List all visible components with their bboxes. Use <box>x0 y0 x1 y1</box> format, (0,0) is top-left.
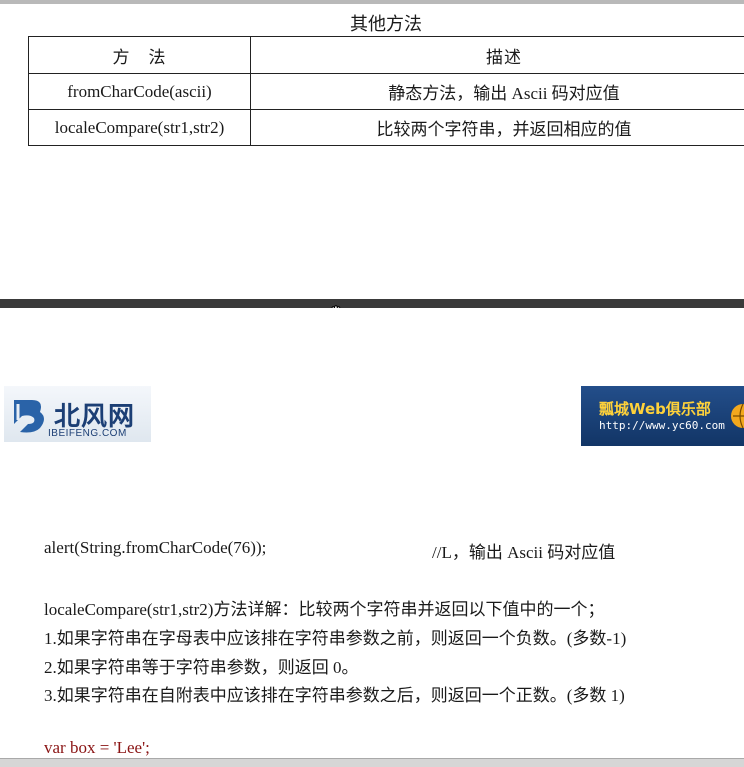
logo-left-subtitle: IBEIFENG.COM <box>48 428 127 439</box>
page-divider[interactable] <box>0 299 744 308</box>
code-var-line: var box = 'Lee'; <box>44 738 150 758</box>
table-caption: 其他方法 <box>28 10 744 36</box>
table-header-row: 方 法 描述 <box>29 37 744 74</box>
methods-table: 方 法 描述 fromCharCode(ascii) 静态方法，输出 Ascii… <box>28 36 744 146</box>
explain-point-3: 3.如果字符串在自附表中应该排在字符串参数之后，则返回一个正数。(多数 1) <box>44 681 625 706</box>
code-line: alert(String.fromCharCode(76)); <box>44 538 266 558</box>
explain-point-1: 1.如果字符串在字母表中应该排在字符串参数之前，则返回一个负数。(多数-1) <box>44 624 626 649</box>
description-cell: 比较两个字符串，并返回相应的值 <box>251 110 744 146</box>
explain-title: localeCompare(str1,str2)方法详解：比较两个字符串并返回以… <box>44 595 604 620</box>
explain-point-2: 2.如果字符串等于字符串参数，则返回 0。 <box>44 653 359 678</box>
logo-right-title: 瓢城Web俱乐部 <box>599 398 711 419</box>
header-method: 方 法 <box>29 37 251 74</box>
globe-icon <box>731 402 744 430</box>
code-comment: //L，输出 Ascii 码对应值 <box>432 538 615 563</box>
method-cell: fromCharCode(ascii) <box>29 74 251 110</box>
page-top: 其他方法 方 法 描述 fromCharCode(ascii) 静态方法，输出 … <box>0 0 744 300</box>
b-emblem-icon <box>8 394 50 436</box>
table-row: fromCharCode(ascii) 静态方法，输出 Ascii 码对应值 <box>29 74 744 110</box>
table-row: localeCompare(str1,str2) 比较两个字符串，并返回相应的值 <box>29 110 744 146</box>
description-cell: 静态方法，输出 Ascii 码对应值 <box>251 74 744 110</box>
yc60-logo: 瓢城Web俱乐部 http://www.yc60.com <box>581 386 744 446</box>
beifeng-logo: 北风网 IBEIFENG.COM <box>4 386 151 442</box>
header-description: 描述 <box>251 37 744 74</box>
top-edge <box>0 0 744 4</box>
method-cell: localeCompare(str1,str2) <box>29 110 251 146</box>
logo-right-url: http://www.yc60.com <box>599 419 725 432</box>
